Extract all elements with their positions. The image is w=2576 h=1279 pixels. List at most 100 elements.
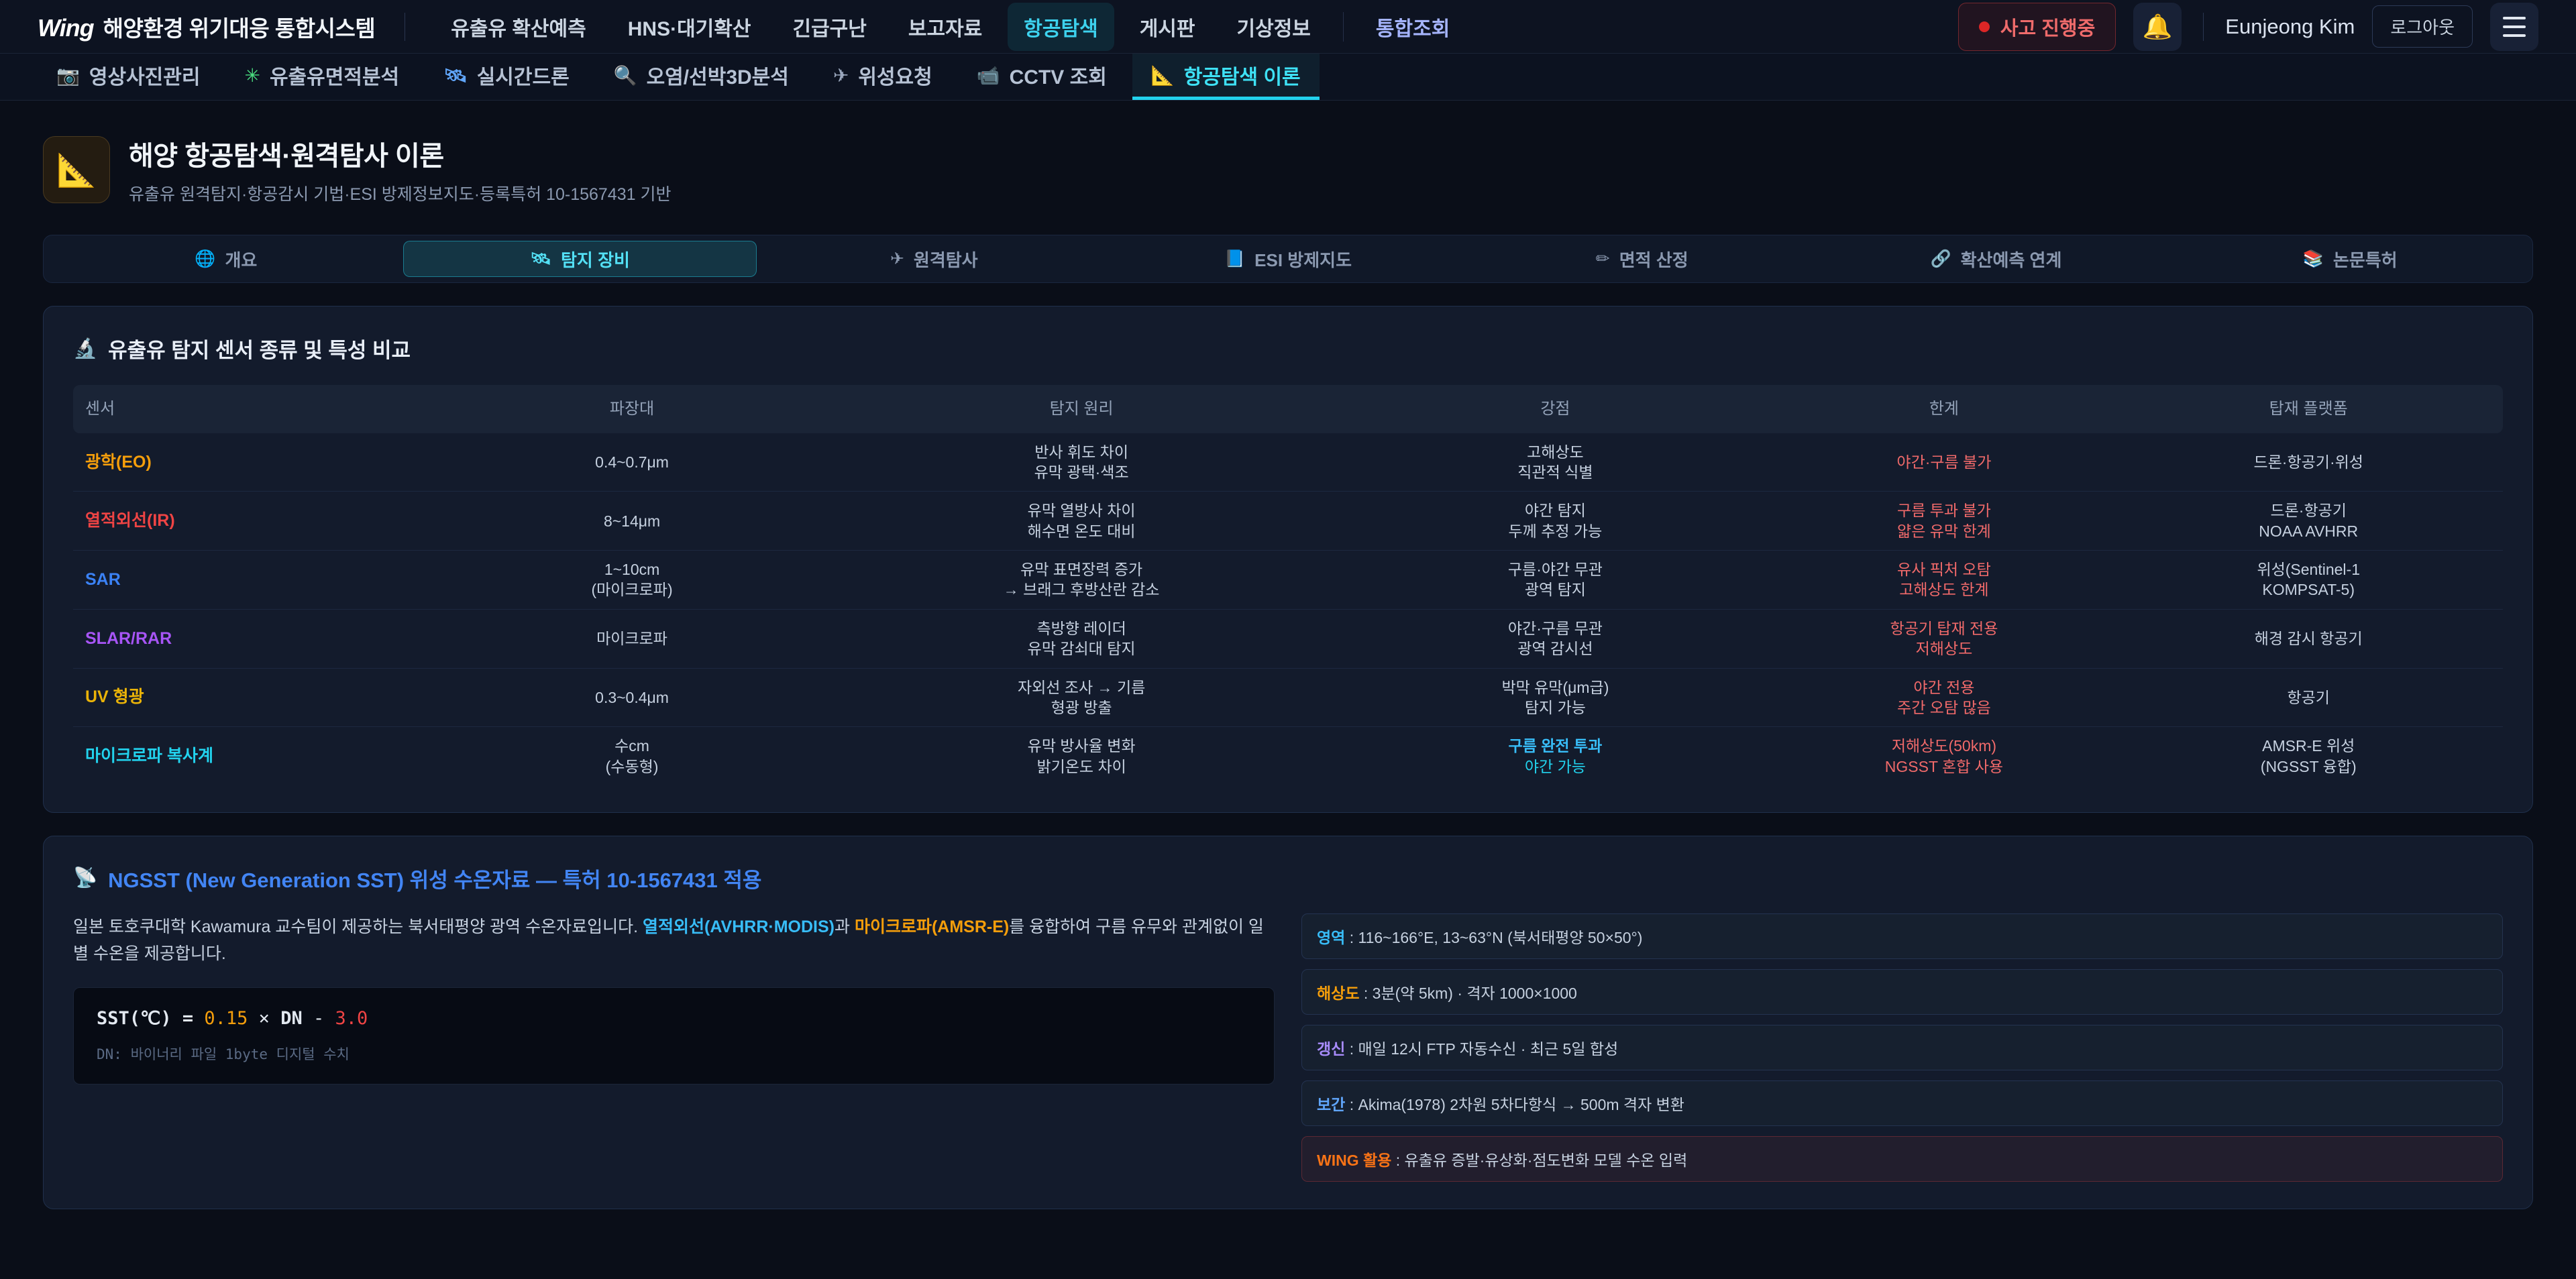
table-cell-limits: 구름 투과 불가얇은 유막 한계 [1774,492,2114,550]
column-header: 센서 [73,385,437,433]
subnav-tab-위성요청[interactable]: ✈ 위성요청 [814,54,951,100]
subnav-tab-항공탐색 이론[interactable]: 📐 항공탐색 이론 [1132,54,1320,100]
highlighted-text: 열적외선(AVHRR·MODIS) [643,917,835,936]
subnav-tab-실시간드론[interactable]: 🛰 실시간드론 [425,54,588,100]
logout-button[interactable]: 로그아웃 [2372,5,2473,48]
app-logo: Wing 해양환경 위기대응 통합시스템 [38,11,375,43]
books-icon: 📚 [2303,249,2324,269]
incident-status-badge[interactable]: 사고 진행중 [1958,3,2116,51]
subnav-tab-label: 영상사진관리 [89,60,201,90]
satellite-dish-icon: 📡 [73,867,97,889]
table-cell-limits: 유사 픽처 오탐고해상도 한계 [1774,551,2114,609]
sst-formula-note: DN: 바이너리 파일 1byte 디지털 수치 [97,1044,1251,1064]
subnav-tab-유출유면적분석[interactable]: ✳유출유면적분석 [225,54,418,100]
section-tab-개요[interactable]: 🌐개요 [49,241,403,277]
nav-item-보고자료[interactable]: 보고자료 [892,3,998,51]
column-header: 강점 [1336,385,1774,433]
satellite-icon: 🛰 [443,64,468,87]
triangle-ruler-icon: 📐 [43,136,110,203]
notification-bell-button[interactable]: 🔔 [2133,3,2182,51]
subnav-tab-label: 항공탐색 이론 [1184,60,1301,90]
info-row-보간: 보간 : Akima(1978) 2차원 5차다항식 → 500m 격자 변환 [1301,1080,2503,1126]
info-row-label: WING 활용 [1317,1152,1391,1169]
table-cell-principle: 유막 표면장력 증가→ 브래그 후방산란 감소 [826,551,1337,609]
section-tab-label: 확산예측 연계 [1961,247,2062,272]
table-row: 광학(EO)0.4~0.7μm반사 휘도 차이유막 광택·색조고해상도직관적 식… [73,433,2503,492]
table-header-row: 센서파장대탐지 원리강점한계탑재 플랫폼 [73,385,2503,433]
info-row-label: 갱신 [1317,1040,1345,1058]
section-tab-ESI 방제지도[interactable]: 📘ESI 방제지도 [1111,241,1465,277]
table-row: 열적외선(IR)8~14μm유막 열방사 차이해수면 온도 대비야간 탐지두께 … [73,492,2503,551]
user-name: Eunjeong Kim [2225,15,2355,39]
hamburger-icon [2503,17,2526,37]
table-row: SAR1~10cm(마이크로파)유막 표면장력 증가→ 브래그 후방산란 감소구… [73,551,2503,610]
nav-item-HNS·대기확산[interactable]: HNS·대기확산 [612,3,767,51]
topbar-right: 사고 진행중 🔔 Eunjeong Kim 로그아웃 [1958,3,2538,51]
map-book-icon: 📘 [1224,249,1245,269]
app-title: 해양환경 위기대응 통합시스템 [103,11,376,43]
magnifier-icon: 🔍 [614,64,637,87]
nav-item-게시판[interactable]: 게시판 [1124,3,1212,51]
camera-icon: 📷 [56,64,80,87]
subnav-tab-label: 위성요청 [858,60,932,90]
info-row-value: : 3분(약 5km) · 격자 1000×1000 [1359,985,1576,1002]
subnav-tab-CCTV 조회[interactable]: 📹CCTV 조회 [958,54,1126,100]
column-header: 파장대 [437,385,826,433]
section-tab-확산예측 연계[interactable]: 🔗 확산예측 연계 [1819,241,2174,277]
link-icon: 🔗 [1931,249,1951,269]
table-cell-wavelength: 8~14μm [437,502,826,540]
section-tab-원격탐사[interactable]: ✈원격탐사 [757,241,1111,277]
sensor-name: 마이크로파 복사계 [85,746,213,765]
table-cell-wavelength: 0.3~0.4μm [437,679,826,716]
sensor-name: 열적외선(IR) [85,511,175,530]
hamburger-menu-button[interactable] [2490,3,2538,51]
airplane-icon: ✈ [833,64,849,87]
section-tab-탐지 장비[interactable]: 🛰탐지 장비 [403,241,757,277]
table-cell-platform: 드론·항공기NOAA AVHRR [2114,492,2503,550]
pencil-icon: ✏ [1596,249,1610,269]
sst-formula: SST(℃) = 0.15 × DN - 3.0 [97,1008,1251,1029]
table-cell-principle: 반사 휘도 차이유막 광택·색조 [826,433,1337,492]
highlighted-text: 마이크로파(AMSR-E) [855,917,1009,936]
divider [1343,12,1344,42]
table-cell-strengths: 야간 탐지두께 추정 가능 [1336,492,1774,550]
nav-item-통합조회[interactable]: 통합조회 [1360,3,1466,51]
column-header: 탑재 플랫폼 [2114,385,2503,433]
info-row-label: 보간 [1317,1096,1345,1113]
section-tab-bar: 🌐개요🛰탐지 장비✈원격탐사📘ESI 방제지도✏면적 산정 🔗 확산예측 연계 📚 논문… [43,235,2533,283]
subnav-tab-영상사진관리[interactable]: 📷 영상사진관리 [38,54,219,100]
nav-item-긴급구난[interactable]: 긴급구난 [776,3,882,51]
triangle-ruler-icon: 📐 [1151,64,1175,87]
nav-item-기상정보[interactable]: 기상정보 [1221,3,1327,51]
table-row: SLAR/RAR마이크로파측방향 레이더유막 감쇠대 탐지야간·구름 무관광역 … [73,610,2503,669]
section-tab-논문특허[interactable]: 📚 논문특허 [2173,241,2527,277]
section-tab-label: 탐지 장비 [561,247,630,272]
table-cell-limits: 항공기 탑재 전용저해상도 [1774,610,2114,668]
subnav-tab-label: 오염/선박3D분석 [647,60,789,90]
table-cell-limits: 야간 전용주간 오탐 많음 [1774,669,2114,727]
table-cell-strengths: 구름 완전 투과야간 가능 [1336,727,1774,785]
info-row-label: 영역 [1317,929,1345,946]
main-menu: 유출유 확산예측HNS·대기확산긴급구난보고자료항공탐색게시판기상정보 통합조회 [435,3,1466,51]
info-row-value: : 매일 12시 FTP 자동수신 · 최근 5일 합성 [1345,1040,1618,1058]
section-tab-label: 논문특허 [2333,247,2398,272]
table-cell-platform: 위성(Sentinel-1KOMPSAT-5) [2114,551,2503,609]
nav-item-항공탐색[interactable]: 항공탐색 [1008,3,1114,51]
subnav-tab-label: 실시간드론 [477,60,570,90]
subnav-tab-오염/선박3D분석[interactable]: 🔍 오염/선박3D분석 [595,54,808,100]
nav-item-유출유 확산예측[interactable]: 유출유 확산예측 [435,3,602,51]
ngsst-info-list: 영역 : 116~166°E, 13~63°N (북서태평양 50×50°)해상… [1301,913,2503,1182]
table-row: UV 형광0.3~0.4μm자외선 조사 → 기름형광 방출박막 유막(μm급)… [73,669,2503,728]
incident-status-label: 사고 진행중 [2000,13,2095,41]
info-row-WING 활용: WING 활용 : 유출유 증발·유상화·점도변화 모델 수온 입력 [1301,1136,2503,1182]
info-row-value: : 116~166°E, 13~63°N (북서태평양 50×50°) [1345,929,1642,946]
table-cell-platform: 항공기 [2114,679,2503,716]
page-header: 📐 해양 항공탐색·원격탐사 이론 유출유 원격탐지·항공감시 기법·ESI 방… [43,134,2533,205]
intro-text: 일본 토호쿠대학 Kawamura 교수팀이 제공하는 북서태평양 광역 수온자… [73,917,643,936]
table-cell-platform: AMSR-E 위성(NGSST 융합) [2114,727,2503,785]
table-cell-wavelength: 마이크로파 [437,620,826,657]
section-tab-면적 산정[interactable]: ✏면적 산정 [1465,241,1819,277]
table-cell-principle: 유막 방사율 변화밝기온도 차이 [826,727,1337,785]
intro-text: 과 [835,917,855,936]
subnav-tab-label: CCTV 조회 [1010,60,1107,90]
